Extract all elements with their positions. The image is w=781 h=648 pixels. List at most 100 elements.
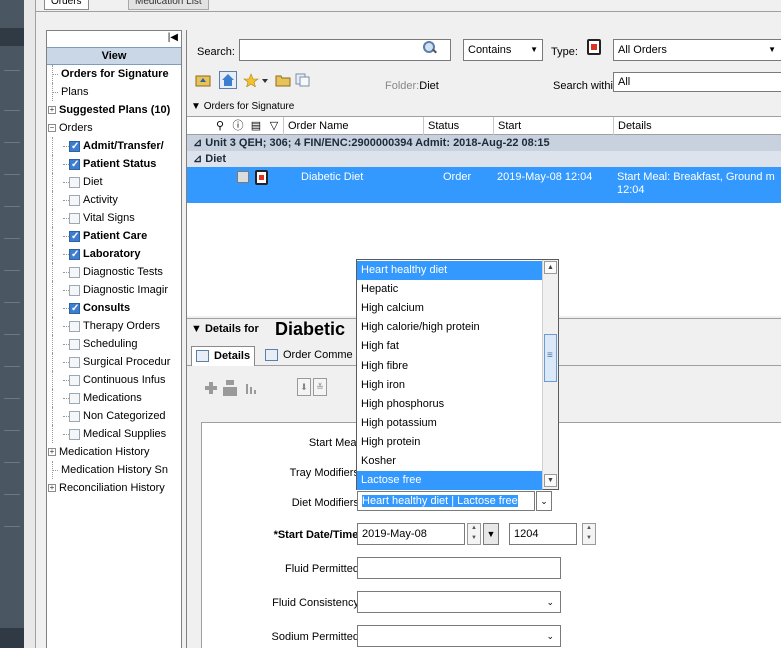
favorites-star-icon[interactable] — [243, 73, 259, 87]
chart-icon[interactable] — [245, 382, 259, 394]
expand-icon[interactable]: + — [48, 448, 56, 456]
nav-item[interactable]: Non Categorized — [47, 407, 181, 425]
diet-modifiers-dropdown-list[interactable]: Heart healthy diet Hepatic High calcium Hig… — [356, 259, 559, 491]
nav-checkbox[interactable] — [69, 321, 80, 332]
start-time-input[interactable]: 1204 — [509, 523, 577, 545]
folder-icon[interactable] — [275, 73, 291, 87]
dropdown-option[interactable]: High phosphorus — [357, 395, 543, 414]
orders-for-signature-bar[interactable]: ▼ Orders for Signature — [187, 100, 781, 114]
search-input[interactable] — [239, 39, 451, 61]
dropdown-option[interactable]: High fibre — [357, 357, 543, 376]
diet-modifiers-field[interactable]: Heart healthy diet | Lactose free — [357, 491, 535, 511]
nav-checkbox[interactable] — [69, 195, 80, 206]
diet-modifiers-dropdown-button[interactable]: ⌄ — [536, 491, 552, 511]
expand-icon[interactable]: + — [48, 484, 56, 492]
tab-orders[interactable]: Orders — [44, 0, 89, 10]
nav-checkbox[interactable] — [69, 411, 80, 422]
nav-checkbox[interactable] — [69, 177, 80, 188]
details-header-prefix[interactable]: ▼ Details for — [191, 323, 259, 335]
start-time-spinner[interactable] — [582, 523, 596, 545]
scroll-thumb[interactable] — [544, 334, 557, 382]
start-date-input[interactable]: 2019-May-08 — [357, 523, 465, 545]
home-icon[interactable] — [219, 71, 237, 89]
table-row[interactable]: Diabetic Diet Order 2019-May-08 12:04 St… — [187, 167, 781, 203]
nav-checkbox[interactable] — [69, 393, 80, 404]
search-within-select[interactable]: All — [613, 72, 781, 92]
nav-checkbox[interactable] — [69, 357, 80, 368]
nav-checkbox[interactable] — [69, 429, 80, 440]
scroll-up-icon[interactable]: ▲ — [544, 261, 557, 274]
document-icon[interactable]: ▤ — [249, 119, 263, 133]
filter-icon[interactable]: ▽ — [267, 119, 281, 133]
move-down-icon[interactable]: ⬇ — [297, 378, 311, 396]
dropdown-option[interactable]: Hepatic — [357, 280, 543, 299]
folder-up-icon[interactable] — [195, 73, 211, 87]
nav-item[interactable]: + Medication History — [47, 443, 181, 461]
nav-item[interactable]: + Suggested Plans (10) — [47, 101, 181, 119]
nav-item[interactable]: Diet — [47, 173, 181, 191]
column-start[interactable]: Start — [493, 117, 613, 135]
fluid-permitted-input[interactable] — [357, 557, 561, 579]
sodium-permitted-select[interactable]: ⌄ — [357, 625, 561, 647]
nav-checkbox[interactable] — [69, 228, 80, 245]
add-icon[interactable] — [205, 382, 217, 394]
help-icon[interactable]: ⓘ — [231, 119, 245, 133]
nav-item[interactable]: Orders for Signature — [47, 65, 181, 83]
nav-item[interactable]: Laboratory — [47, 245, 181, 263]
column-status[interactable]: Status — [423, 117, 493, 135]
search-icon[interactable] — [421, 40, 437, 56]
nav-checkbox[interactable] — [69, 138, 80, 155]
nav-item[interactable]: Diagnostic Tests — [47, 263, 181, 281]
dropdown-option[interactable]: Lactose free — [357, 471, 543, 491]
dropdown-option[interactable]: Kosher — [357, 452, 543, 471]
chevron-down-icon[interactable] — [261, 73, 269, 87]
nav-item[interactable]: Therapy Orders — [47, 317, 181, 335]
dropdown-option[interactable]: Heart healthy diet — [357, 261, 543, 280]
copy-icon[interactable] — [295, 73, 311, 87]
nav-checkbox[interactable] — [69, 285, 80, 296]
search-mode-select[interactable]: Contains ▼ — [463, 39, 543, 61]
remove-icon[interactable] — [223, 380, 237, 396]
expand-icon[interactable]: + — [48, 106, 56, 114]
column-details[interactable]: Details — [613, 117, 781, 135]
nav-item[interactable]: Medications — [47, 389, 181, 407]
collapse-panel-icon[interactable]: |◀ — [168, 32, 178, 43]
nav-item[interactable]: Vital Signs — [47, 209, 181, 227]
encounter-row[interactable]: ⊿ Unit 3 QEH; 306; 4 FIN/ENC:2900000394 … — [187, 135, 781, 151]
nav-item[interactable]: Medication History Sn — [47, 461, 181, 479]
tab-details[interactable]: Details — [191, 346, 256, 366]
dropdown-scrollbar[interactable]: ▲ ▼ — [542, 260, 558, 489]
dropdown-option[interactable]: High iron — [357, 376, 543, 395]
calendar-dropdown-button[interactable]: ▼ — [483, 523, 499, 545]
dropdown-option[interactable]: High fat — [357, 337, 543, 356]
nav-item[interactable]: Medical Supplies — [47, 425, 181, 443]
row-checkbox[interactable] — [237, 171, 249, 183]
nav-item[interactable]: − Orders — [47, 119, 181, 137]
nav-item[interactable]: Scheduling — [47, 335, 181, 353]
dropdown-option[interactable]: High calcium — [357, 299, 543, 318]
nav-item[interactable]: Activity — [47, 191, 181, 209]
nav-item[interactable]: Consults — [47, 299, 181, 317]
nav-checkbox[interactable] — [69, 267, 80, 278]
dropdown-option[interactable]: High calorie/high protein — [357, 318, 543, 337]
fluid-consistency-select[interactable]: ⌄ — [357, 591, 561, 613]
nav-item[interactable]: + Reconciliation History — [47, 479, 181, 497]
nav-item[interactable]: Admit/Transfer/ — [47, 137, 181, 155]
dropdown-option[interactable]: High potassium — [357, 414, 543, 433]
group-row-diet[interactable]: ⊿ Diet — [187, 151, 781, 167]
type-select[interactable]: All Orders ▼ — [613, 39, 781, 61]
column-order-name[interactable]: Order Name — [283, 117, 423, 135]
nav-item[interactable]: Diagnostic Imagir — [47, 281, 181, 299]
dropdown-option[interactable]: High protein — [357, 433, 543, 452]
tab-order-comments[interactable]: Order Comme — [261, 346, 357, 366]
nav-checkbox[interactable] — [69, 300, 80, 317]
tab-medication-list[interactable]: Medication List — [128, 0, 209, 10]
nav-item[interactable]: Continuous Infus — [47, 371, 181, 389]
nav-checkbox[interactable] — [69, 246, 80, 263]
nav-item[interactable]: Patient Care — [47, 227, 181, 245]
nav-checkbox[interactable] — [69, 213, 80, 224]
nav-checkbox[interactable] — [69, 156, 80, 173]
scroll-down-icon[interactable]: ▼ — [544, 474, 557, 487]
nav-item[interactable]: Surgical Procedur — [47, 353, 181, 371]
nav-checkbox[interactable] — [69, 339, 80, 350]
